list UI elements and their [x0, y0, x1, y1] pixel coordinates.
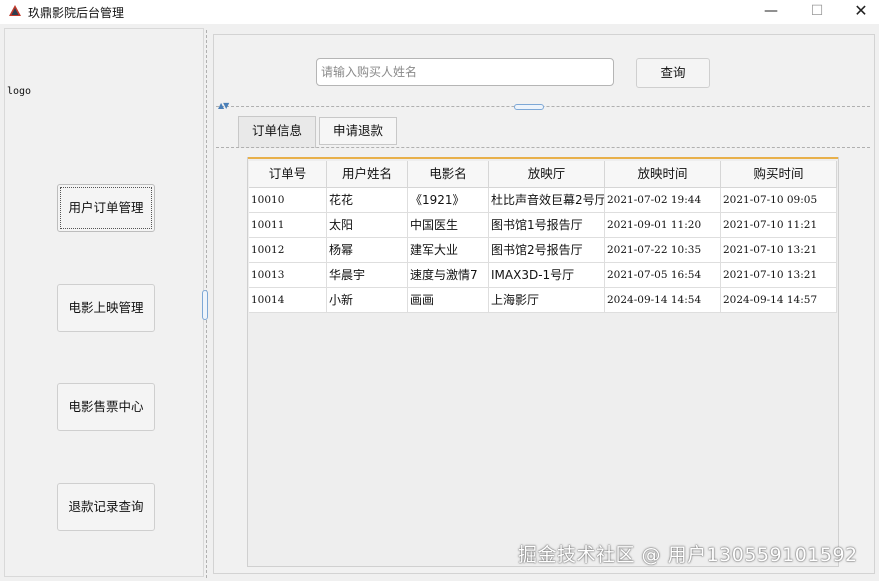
buyer-name-search-input[interactable] — [316, 58, 614, 86]
cell-purchase-time: 2021-07-10 13:21 — [721, 238, 837, 262]
nav-user-orders-button[interactable]: 用户订单管理 — [57, 184, 155, 232]
cell-order-id: 10010 — [249, 188, 327, 212]
close-button[interactable]: ✕ — [838, 0, 879, 24]
cell-hall: 上海影厅 — [489, 288, 605, 312]
column-header-purchase-time[interactable]: 购买时间 — [721, 161, 837, 187]
table-row[interactable]: 10010 花花 《1921》 杜比声音效巨幕2号厅 2021-07-02 19… — [249, 188, 837, 213]
table-header: 订单号 用户姓名 电影名 放映厅 放映时间 购买时间 — [249, 161, 837, 188]
cell-user-name: 杨幂 — [327, 238, 408, 262]
column-header-show-time[interactable]: 放映时间 — [605, 161, 721, 187]
cell-hall: 图书馆1号报告厅 — [489, 213, 605, 237]
cell-purchase-time: 2021-07-10 09:05 — [721, 188, 837, 212]
table-row[interactable]: 10014 小新 画画 上海影厅 2024-09-14 14:54 2024-0… — [249, 288, 837, 313]
cell-show-time: 2021-07-02 19:44 — [605, 188, 721, 212]
cell-show-time: 2021-07-05 16:54 — [605, 263, 721, 287]
nav-movie-screening-button[interactable]: 电影上映管理 — [57, 284, 155, 332]
app-icon — [8, 4, 22, 18]
cell-hall: 图书馆2号报告厅 — [489, 238, 605, 262]
tab-order-info[interactable]: 订单信息 — [238, 116, 316, 148]
cell-user-name: 华晨宇 — [327, 263, 408, 287]
cell-order-id: 10012 — [249, 238, 327, 262]
tab-apply-refund[interactable]: 申请退款 — [319, 117, 397, 145]
cell-user-name: 小新 — [327, 288, 408, 312]
table-accent-line — [248, 157, 838, 159]
cell-order-id: 10011 — [249, 213, 327, 237]
cell-movie: 中国医生 — [408, 213, 489, 237]
logo: logo — [7, 86, 32, 97]
column-header-hall[interactable]: 放映厅 — [489, 161, 605, 187]
search-button[interactable]: 查询 — [636, 58, 710, 88]
cell-show-time: 2021-09-01 11:20 — [605, 213, 721, 237]
cell-movie: 《1921》 — [408, 188, 489, 212]
cell-purchase-time: 2024-09-14 14:57 — [721, 288, 837, 312]
watermark: 掘金技术社区 @ 用户130559101592 — [518, 544, 858, 566]
cell-order-id: 10014 — [249, 288, 327, 312]
nav-refund-records-button[interactable]: 退款记录查询 — [57, 483, 155, 531]
cell-movie: 建军大业 — [408, 238, 489, 262]
table-row[interactable]: 10013 华晨宇 速度与激情7 IMAX3D-1号厅 2021-07-05 1… — [249, 263, 837, 288]
collapse-arrows-icon[interactable]: ▲▼ — [218, 101, 229, 110]
sidebar: logo 用户订单管理 电影上映管理 电影售票中心 退款记录查询 — [4, 28, 204, 577]
tab-divider — [216, 147, 870, 148]
horizontal-splitter-handle[interactable] — [514, 104, 544, 110]
cell-order-id: 10013 — [249, 263, 327, 287]
cell-show-time: 2021-07-22 10:35 — [605, 238, 721, 262]
window-title: 玖鼎影院后台管理 — [28, 6, 125, 20]
cell-movie: 速度与激情7 — [408, 263, 489, 287]
cell-hall: 杜比声音效巨幕2号厅 — [489, 188, 605, 212]
column-header-movie[interactable]: 电影名 — [408, 161, 489, 187]
cell-movie: 画画 — [408, 288, 489, 312]
title-bar: 玖鼎影院后台管理 — ☐ ✕ — [0, 0, 879, 24]
cell-purchase-time: 2021-07-10 13:21 — [721, 263, 837, 287]
cell-show-time: 2024-09-14 14:54 — [605, 288, 721, 312]
nav-ticket-center-button[interactable]: 电影售票中心 — [57, 383, 155, 431]
maximize-button[interactable]: ☐ — [794, 0, 840, 24]
table-row[interactable]: 10011 太阳 中国医生 图书馆1号报告厅 2021-09-01 11:20 … — [249, 213, 837, 238]
minimize-button[interactable]: — — [748, 0, 794, 24]
table-body: 10010 花花 《1921》 杜比声音效巨幕2号厅 2021-07-02 19… — [249, 188, 837, 313]
cell-user-name: 太阳 — [327, 213, 408, 237]
cell-hall: IMAX3D-1号厅 — [489, 263, 605, 287]
column-header-user-name[interactable]: 用户姓名 — [327, 161, 408, 187]
vertical-splitter-handle[interactable] — [202, 290, 208, 320]
table-row[interactable]: 10012 杨幂 建军大业 图书馆2号报告厅 2021-07-22 10:35 … — [249, 238, 837, 263]
cell-user-name: 花花 — [327, 188, 408, 212]
cell-purchase-time: 2021-07-10 11:21 — [721, 213, 837, 237]
column-header-order-id[interactable]: 订单号 — [249, 161, 327, 187]
